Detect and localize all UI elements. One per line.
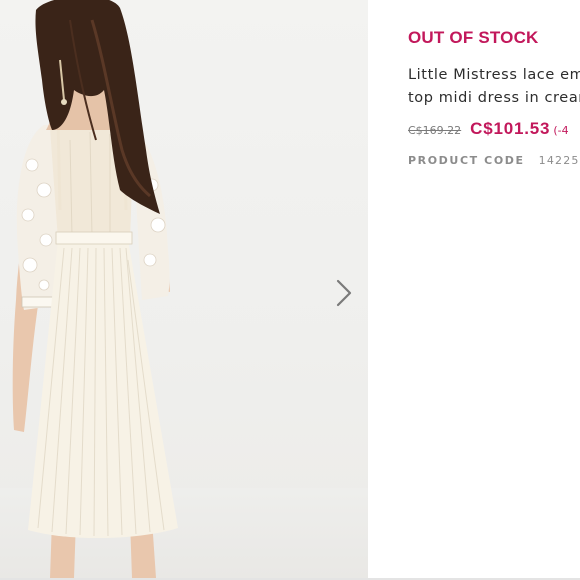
sale-price: C$101.53: [470, 119, 551, 138]
product-code: PRODUCT CODE 142255: [408, 154, 580, 167]
discount-percent: (-4: [553, 124, 569, 137]
product-image-gallery[interactable]: [0, 0, 368, 578]
product-code-value: 142255: [538, 154, 580, 167]
chevron-right-icon: [336, 279, 352, 307]
price-row: C$169.22 C$101.53 (-4: [408, 119, 569, 139]
product-title: Little Mistress lace em top midi dress i…: [408, 64, 580, 110]
next-image-button[interactable]: [330, 278, 358, 308]
product-code-label: PRODUCT CODE: [408, 154, 525, 167]
product-title-line-2: top midi dress in crear: [408, 90, 580, 106]
product-title-line-1: Little Mistress lace em: [408, 67, 580, 83]
original-price: C$169.22: [408, 124, 462, 137]
product-details: OUT OF STOCK Little Mistress lace em top…: [408, 0, 580, 580]
product-photo: [12, 0, 178, 578]
stock-status: OUT OF STOCK: [408, 28, 539, 47]
